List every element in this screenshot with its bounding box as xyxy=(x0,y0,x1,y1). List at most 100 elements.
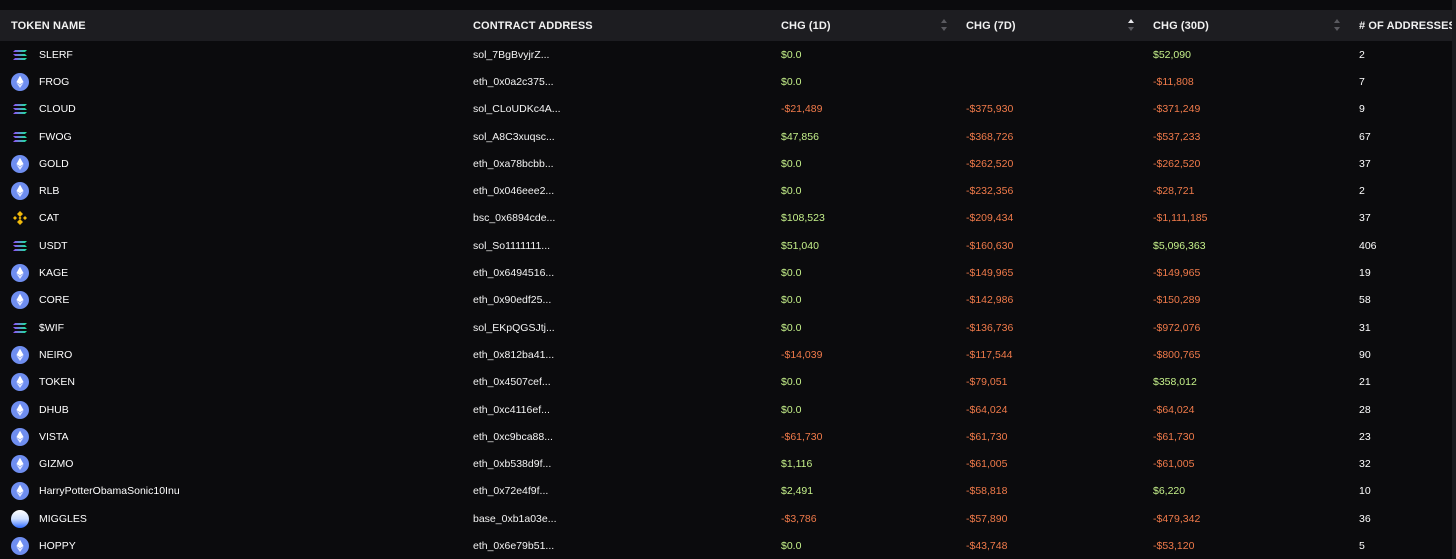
cell-chg-7d: -$43,748 xyxy=(966,539,1008,552)
header-label: # OF ADDRESSES xyxy=(1359,19,1456,32)
cell-token-name[interactable]: TOKEN xyxy=(0,369,473,396)
table-row[interactable]: GIZMO eth_0xb538d9f... $1,116 -$61,005 -$61,… xyxy=(0,450,1452,477)
cell-contract-address[interactable]: sol_A8C3xuqsc... xyxy=(473,123,781,150)
token-name[interactable]: MIGGLES xyxy=(39,513,87,525)
cell-token-name[interactable]: $WIF xyxy=(0,314,473,341)
header-contract-address[interactable]: CONTRACT ADDRESS xyxy=(473,10,781,41)
sort-icon[interactable] xyxy=(1127,18,1135,32)
table-row[interactable]: MIGGLES base_0xb1a03e... -$3,786 -$57,890 -$… xyxy=(0,505,1452,532)
cell-chg-7d: -$58,818 xyxy=(966,485,1008,498)
cell-token-name[interactable]: GOLD xyxy=(0,150,473,177)
cell-contract-address[interactable]: eth_0x72e4f9f... xyxy=(473,478,781,505)
cell-token-name[interactable]: USDT xyxy=(0,232,473,259)
table-row[interactable]: NEIRO eth_0x812ba41... -$14,039 -$117,544 -$… xyxy=(0,341,1452,368)
token-name[interactable]: RLB xyxy=(39,185,59,197)
cell-chg-7d xyxy=(966,41,1153,68)
cell-chg-30d: -$53,120 xyxy=(1153,539,1195,552)
ethereum-icon xyxy=(11,427,29,446)
cell-contract-address[interactable]: eth_0x90edf25... xyxy=(473,287,781,314)
token-name[interactable]: CAT xyxy=(39,212,59,224)
cell-contract-address[interactable]: eth_0xc4116ef... xyxy=(473,396,781,423)
token-name[interactable]: FWOG xyxy=(39,131,72,143)
token-name[interactable]: FROG xyxy=(39,76,69,88)
cell-token-name[interactable]: MIGGLES xyxy=(0,505,473,532)
token-name[interactable]: DHUB xyxy=(39,404,69,416)
table-row[interactable]: TOKEN eth_0x4507cef... $0.0 -$79,051 $358,01… xyxy=(0,369,1452,396)
cell-token-name[interactable]: NEIRO xyxy=(0,341,473,368)
token-name[interactable]: SLERF xyxy=(39,49,73,61)
token-name[interactable]: GOLD xyxy=(39,158,69,170)
cell-token-name[interactable]: DHUB xyxy=(0,396,473,423)
token-name[interactable]: HOPPY xyxy=(39,540,76,552)
cell-token-name[interactable]: KAGE xyxy=(0,259,473,286)
table-row[interactable]: GOLD eth_0xa78bcbb... $0.0 -$262,520 -$262,5… xyxy=(0,150,1452,177)
cell-contract-address[interactable]: sol_7BgBvyjrZ... xyxy=(473,41,781,68)
table-row[interactable]: FROG eth_0x0a2c375... $0.0 -$11,808 7 xyxy=(0,68,1452,95)
cell-contract-address[interactable]: eth_0xa78bcbb... xyxy=(473,150,781,177)
cell-num-addresses: 31 xyxy=(1359,321,1371,334)
sort-icon[interactable] xyxy=(940,18,948,32)
cell-token-name[interactable]: HarryPotterObamaSonic10Inu xyxy=(0,478,473,505)
header-num-addresses[interactable]: # OF ADDRESSES xyxy=(1359,10,1456,41)
cell-token-name[interactable]: SLERF xyxy=(0,41,473,68)
cell-contract-address[interactable]: sol_So1111111... xyxy=(473,232,781,259)
token-name[interactable]: $WIF xyxy=(39,322,64,334)
cell-token-name[interactable]: FROG xyxy=(0,68,473,95)
cell-contract-address[interactable]: eth_0x812ba41... xyxy=(473,341,781,368)
cell-contract-address[interactable]: sol_CLoUDKc4A... xyxy=(473,96,781,123)
cell-token-name[interactable]: VISTA xyxy=(0,423,473,450)
header-chg-1d[interactable]: CHG (1D) xyxy=(781,10,966,41)
header-label: CONTRACT ADDRESS xyxy=(473,19,593,32)
table-row[interactable]: SLERF sol_7BgBvyjrZ... $0.0 $52,090 2 xyxy=(0,41,1452,68)
cell-chg-30d: -$972,076 xyxy=(1153,321,1201,334)
table-row[interactable]: KAGE eth_0x6494516... $0.0 -$149,965 -$149,9… xyxy=(0,259,1452,286)
cell-contract-address[interactable]: eth_0x4507cef... xyxy=(473,369,781,396)
cell-chg-1d: $108,523 xyxy=(781,212,825,225)
cell-chg-7d: -$232,356 xyxy=(966,185,1014,198)
token-name[interactable]: GIZMO xyxy=(39,458,73,470)
cell-num-addresses: 7 xyxy=(1359,75,1365,88)
cell-contract-address[interactable]: eth_0x6e79b51... xyxy=(473,532,781,559)
cell-contract-address[interactable]: eth_0xb538d9f... xyxy=(473,450,781,477)
cell-token-name[interactable]: CAT xyxy=(0,205,473,232)
header-chg-30d[interactable]: CHG (30D) xyxy=(1153,10,1359,41)
cell-token-name[interactable]: FWOG xyxy=(0,123,473,150)
base-icon xyxy=(11,509,29,528)
cell-contract-address[interactable]: bsc_0x6894cde... xyxy=(473,205,781,232)
token-name[interactable]: NEIRO xyxy=(39,349,72,361)
sort-icon[interactable] xyxy=(1333,18,1341,32)
table-row[interactable]: FWOG sol_A8C3xuqsc... $47,856 -$368,726 -$53… xyxy=(0,123,1452,150)
table-row[interactable]: HarryPotterObamaSonic10Inu eth_0x72e4f9f.… xyxy=(0,478,1452,505)
table-row[interactable]: USDT sol_So1111111... $51,040 -$160,630 $5,0… xyxy=(0,232,1452,259)
token-name[interactable]: USDT xyxy=(39,240,68,252)
table-row[interactable]: RLB eth_0x046eee2... $0.0 -$232,356 -$28,721… xyxy=(0,177,1452,204)
table-row[interactable]: CAT bsc_0x6894cde... $108,523 -$209,434 -$1,… xyxy=(0,205,1452,232)
table-row[interactable]: DHUB eth_0xc4116ef... $0.0 -$64,024 -$64,024… xyxy=(0,396,1452,423)
cell-token-name[interactable]: HOPPY xyxy=(0,532,473,559)
cell-token-name[interactable]: GIZMO xyxy=(0,450,473,477)
table-row[interactable]: CORE eth_0x90edf25... $0.0 -$142,986 -$150,2… xyxy=(0,287,1452,314)
table-row[interactable]: HOPPY eth_0x6e79b51... $0.0 -$43,748 -$53,12… xyxy=(0,532,1452,559)
token-name[interactable]: TOKEN xyxy=(39,376,75,388)
cell-contract-address[interactable]: eth_0xc9bca88... xyxy=(473,423,781,450)
token-name[interactable]: KAGE xyxy=(39,267,68,279)
cell-contract-address[interactable]: eth_0x6494516... xyxy=(473,259,781,286)
token-name[interactable]: VISTA xyxy=(39,431,69,443)
cell-token-name[interactable]: RLB xyxy=(0,177,473,204)
scrollbar-track[interactable] xyxy=(1452,0,1456,559)
token-name[interactable]: HarryPotterObamaSonic10Inu xyxy=(39,485,180,497)
cell-contract-address[interactable]: eth_0x046eee2... xyxy=(473,177,781,204)
cell-contract-address[interactable]: sol_EKpQGSJtj... xyxy=(473,314,781,341)
cell-token-name[interactable]: CORE xyxy=(0,287,473,314)
table-row[interactable]: $WIF sol_EKpQGSJtj... $0.0 -$136,736 -$972,0… xyxy=(0,314,1452,341)
table-row[interactable]: VISTA eth_0xc9bca88... -$61,730 -$61,730 -$6… xyxy=(0,423,1452,450)
token-name[interactable]: CLOUD xyxy=(39,103,76,115)
cell-token-name[interactable]: CLOUD xyxy=(0,96,473,123)
table-row[interactable]: CLOUD sol_CLoUDKc4A... -$21,489 -$375,930 -$… xyxy=(0,96,1452,123)
header-chg-7d[interactable]: CHG (7D) xyxy=(966,10,1153,41)
token-name[interactable]: CORE xyxy=(39,294,69,306)
cell-contract-address[interactable]: base_0xb1a03e... xyxy=(473,505,781,532)
cell-contract-address[interactable]: eth_0x0a2c375... xyxy=(473,68,781,95)
cell-chg-7d: -$149,965 xyxy=(966,267,1014,280)
header-token-name[interactable]: TOKEN NAME xyxy=(0,10,473,41)
